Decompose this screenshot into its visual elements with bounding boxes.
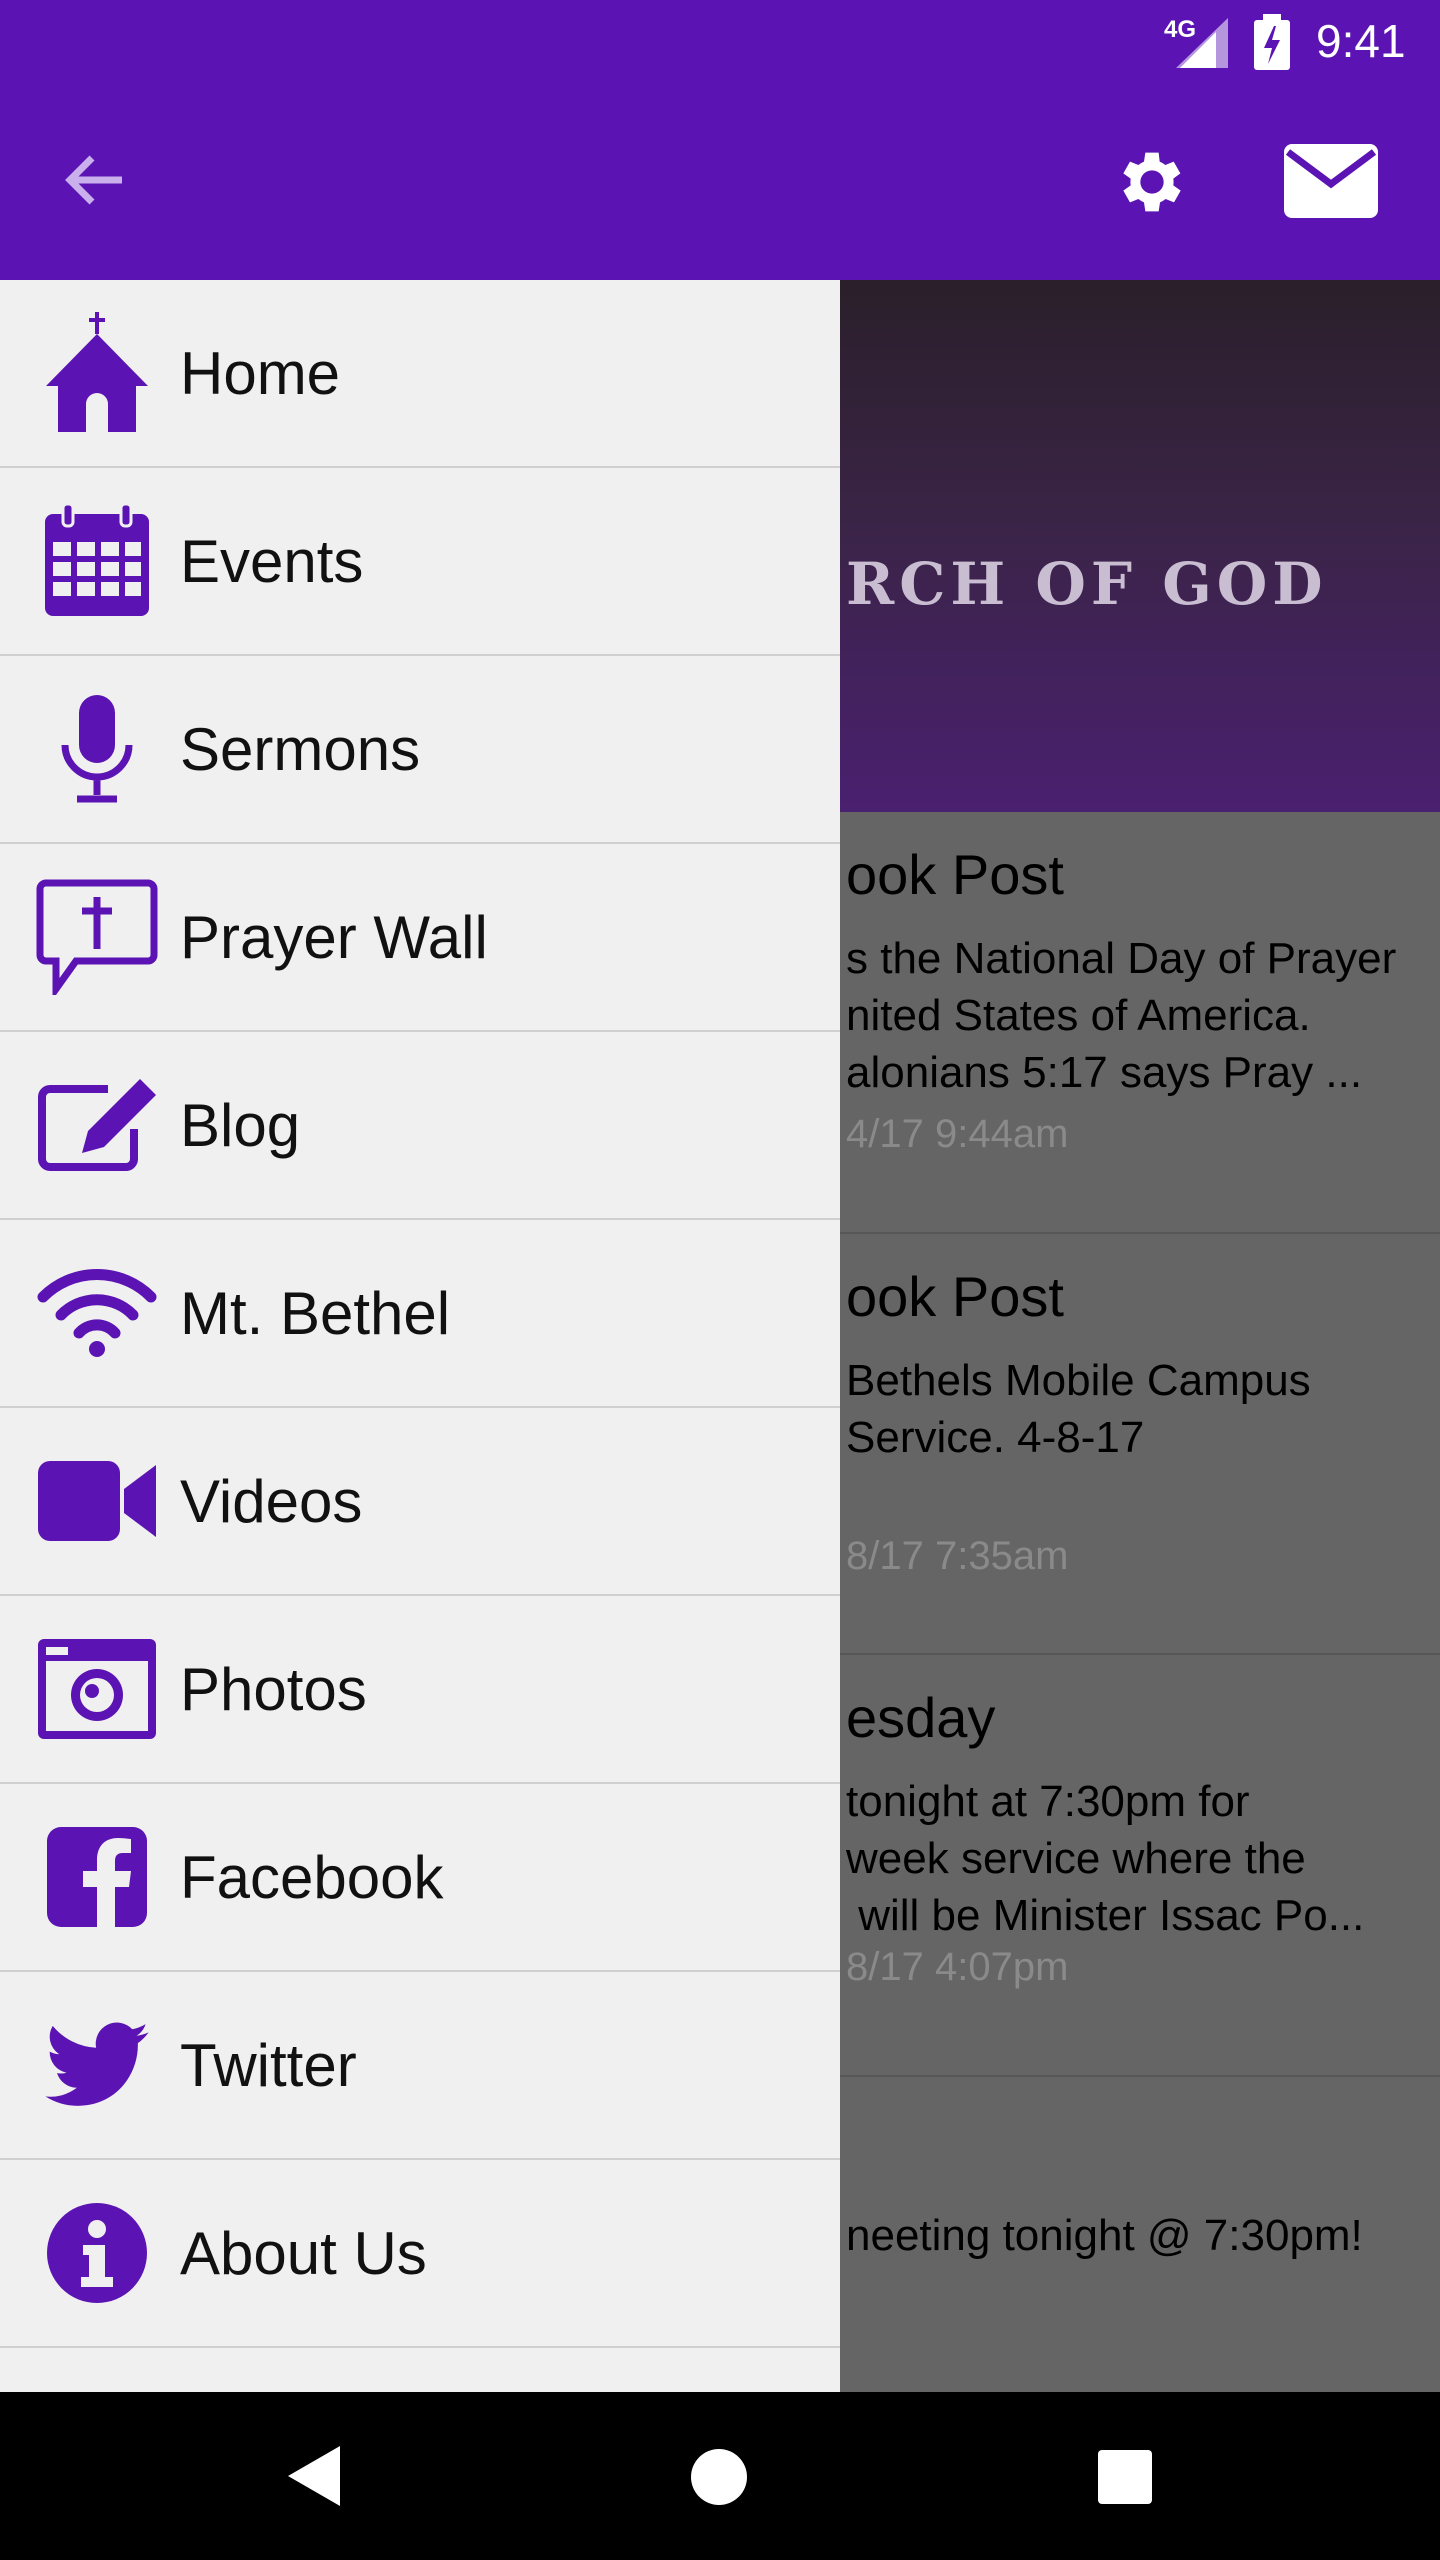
camera-icon xyxy=(38,1639,156,1739)
drawer-item-videos[interactable]: Videos xyxy=(0,1408,840,1596)
drawer-item-label: Videos xyxy=(180,1467,363,1535)
gear-icon[interactable] xyxy=(1112,142,1192,222)
drawer-item-label: Events xyxy=(180,527,364,595)
drawer-item-prayer-wall[interactable]: Prayer Wall xyxy=(0,844,840,1032)
drawer-item-label: Prayer Wall xyxy=(180,903,488,971)
post-title: ook Post xyxy=(846,843,1064,906)
edit-icon xyxy=(38,1079,156,1171)
system-nav-bar xyxy=(0,2392,1440,2560)
drawer-item-label: Facebook xyxy=(180,1843,444,1911)
recents-square-icon[interactable] xyxy=(1098,2450,1152,2504)
back-triangle-icon[interactable] xyxy=(288,2446,340,2506)
drawer-item-photos[interactable]: Photos xyxy=(0,1596,840,1784)
info-icon xyxy=(47,2203,147,2303)
drawer-item-events[interactable]: Events xyxy=(0,468,840,656)
navigation-drawer: Home Events Sermons Prayer Wall Blog Mt.… xyxy=(0,280,840,2392)
drawer-item-label: Blog xyxy=(180,1091,301,1159)
clock: 9:41 xyxy=(1316,15,1406,67)
signal-icon xyxy=(1176,18,1228,68)
church-home-icon xyxy=(46,312,148,432)
video-camera-icon xyxy=(38,1461,156,1541)
post-body: tonight at 7:30pm for week service where… xyxy=(846,1777,1365,1940)
drawer-item-label: Photos xyxy=(180,1655,367,1723)
post-body: neeting tonight @ 7:30pm! xyxy=(846,2211,1363,2260)
post-body: s the National Day of Prayer nited State… xyxy=(846,934,1397,1097)
twitter-icon xyxy=(45,2022,149,2106)
post-body: Bethels Mobile Campus Service. 4-8-17 xyxy=(846,1356,1311,1462)
arrow-left-icon[interactable] xyxy=(60,150,130,210)
home-circle-icon[interactable] xyxy=(690,2448,748,2506)
drawer-item-label: Twitter xyxy=(180,2031,357,2099)
wifi-icon xyxy=(37,1269,157,1357)
post-date: 4/17 9:44am xyxy=(846,1112,1069,1156)
envelope-icon[interactable] xyxy=(1284,144,1378,218)
calendar-icon xyxy=(45,502,149,616)
banner-text: RCH OF GOD xyxy=(846,550,1328,618)
drawer-item-twitter[interactable]: Twitter xyxy=(0,1972,840,2160)
status-bar: 4G 9:41 xyxy=(0,0,1440,84)
drawer-item-mt-bethel[interactable]: Mt. Bethel xyxy=(0,1220,840,1408)
drawer-item-label: Home xyxy=(180,339,341,407)
drawer-item-blog[interactable]: Blog xyxy=(0,1032,840,1220)
post-title: esday xyxy=(846,1686,996,1749)
drawer-item-sermons[interactable]: Sermons xyxy=(0,656,840,844)
drawer-item-about-us[interactable]: About Us xyxy=(0,2160,840,2348)
drawer-item-home[interactable]: Home xyxy=(0,280,840,468)
post-title: ook Post xyxy=(846,1265,1064,1328)
drawer-item-facebook[interactable]: Facebook xyxy=(0,1784,840,1972)
post-date: 8/17 7:35am xyxy=(846,1534,1069,1578)
facebook-icon xyxy=(47,1827,147,1929)
microphone-icon xyxy=(61,695,133,803)
drawer-item-label: About Us xyxy=(180,2219,427,2287)
speech-cross-icon xyxy=(36,879,158,995)
drawer-item-label: Sermons xyxy=(180,715,421,783)
post-date: 8/17 4:07pm xyxy=(846,1945,1069,1989)
battery-charging-icon xyxy=(1254,14,1290,70)
app-bar xyxy=(0,84,1440,280)
drawer-item-label: Mt. Bethel xyxy=(180,1279,451,1347)
